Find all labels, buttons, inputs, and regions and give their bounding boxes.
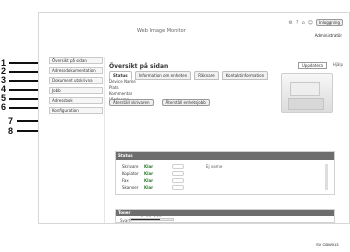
settings-icon[interactable]: ⚙	[288, 20, 292, 26]
sidebar-item-jobs[interactable]: Jobb	[49, 87, 103, 94]
printer-image	[281, 73, 333, 113]
login-button[interactable]: Inloggning	[315, 19, 343, 26]
app-title: Web Image Monitor	[137, 28, 186, 34]
sidebar-item-overview[interactable]: Översikt på sidan	[49, 57, 103, 64]
toner-bar-fill	[131, 219, 161, 220]
action-row: Återställ skrivaren Återställ enhetsjobb	[109, 99, 210, 106]
sidebar-item-configuration[interactable]: Konfiguration	[49, 107, 103, 114]
status-name-fax: Fax	[122, 178, 129, 183]
admin-label: Administratör	[314, 33, 342, 38]
sidebar-item-address-docs[interactable]: Adressdokumentation	[49, 67, 103, 74]
reset-printer-button[interactable]: Återställ skrivaren	[109, 99, 154, 106]
status-row-copier: Kopiator Klar	[122, 171, 218, 176]
status-value-fax: Klar	[144, 178, 154, 183]
callout-8: 8	[8, 126, 14, 136]
field-comment: Kommentar	[109, 91, 133, 96]
help-icon[interactable]: ?	[296, 20, 299, 26]
top-icons: ⚙ ? ⌂ ☺ Inloggning	[288, 19, 343, 26]
user-icon[interactable]: ☺	[308, 20, 313, 26]
help-link[interactable]: Hjälp	[333, 62, 343, 67]
status-header: Status	[116, 152, 334, 160]
toner-label: Svart	[120, 218, 131, 223]
sidebar-item-printed-docs[interactable]: Dokument utskrivna	[49, 77, 103, 84]
sidebar: Översikt på sidan Adressdokumentation Do…	[45, 57, 105, 223]
callout-7: 7	[8, 116, 14, 126]
status-value-copier: Klar	[144, 171, 154, 176]
status-value-scanner: Klar	[144, 185, 154, 190]
toner-scale: 0 50 100	[141, 214, 163, 218]
tab-device-info[interactable]: Information om enheten	[134, 71, 192, 80]
field-location: Plats	[109, 85, 119, 90]
sidebar-item-address-book[interactable]: Adressbok	[49, 97, 103, 104]
callout-6: 6	[1, 102, 7, 112]
home-icon[interactable]: ⌂	[302, 20, 305, 26]
scanner-bubble	[172, 185, 184, 190]
page-title: Översikt på sidan	[109, 63, 169, 70]
copier-bubble	[172, 171, 184, 176]
field-device-name: Device Name	[109, 79, 136, 84]
browser-frame: Web Image Monitor ⚙ ? ⌂ ☺ Inloggning Adm…	[38, 12, 350, 224]
status-scrollbar[interactable]	[325, 164, 328, 190]
top-bar: Web Image Monitor ⚙ ? ⌂ ☺ Inloggning Adm…	[39, 13, 349, 55]
status-row-scanner: Skanner Klar	[122, 185, 218, 190]
tab-counters[interactable]: Räknare	[194, 71, 219, 80]
status-note: Ej varne	[206, 164, 223, 169]
status-name-printer: Skrivare	[122, 164, 139, 169]
status-grid: Skrivare Klar Kopiator Klar Fax Klar Ska…	[122, 164, 218, 192]
status-name-copier: Kopiator	[122, 171, 139, 176]
refresh-button[interactable]: Uppdatera	[297, 62, 327, 69]
status-row-printer: Skrivare Klar	[122, 164, 218, 169]
status-row-fax: Fax Klar	[122, 178, 218, 183]
reset-device-job-button[interactable]: Återställ enhetsjobb	[161, 99, 210, 106]
status-name-scanner: Skanner	[122, 185, 139, 190]
tab-contact-info[interactable]: Kontaktinformation	[221, 71, 269, 80]
footer-code: SV CBW013	[316, 242, 339, 247]
printer-bubble	[172, 164, 184, 169]
toner-panel: Toner Svart 0 50 100	[115, 209, 335, 223]
main-content: Översikt på sidan Uppdatera Hjälp Status…	[105, 57, 349, 223]
status-value-printer: Klar	[144, 164, 154, 169]
toner-bar	[130, 218, 174, 221]
fax-bubble	[172, 178, 184, 183]
status-panel: Status Skrivare Klar Kopiator Klar Fax K…	[115, 151, 335, 195]
